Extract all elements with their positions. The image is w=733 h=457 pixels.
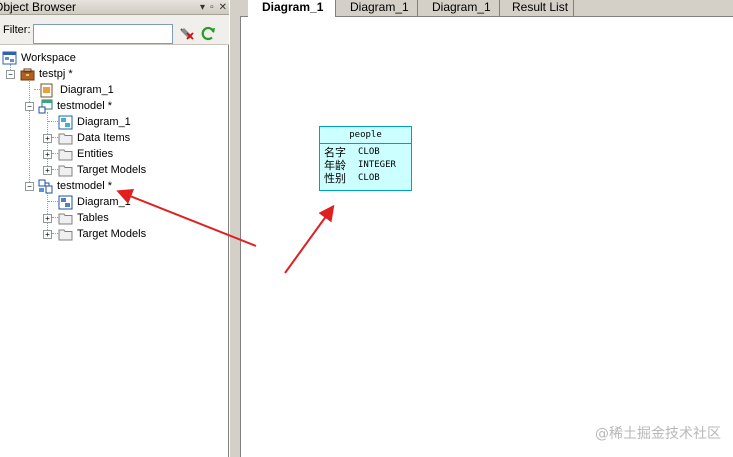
- tree-connector: [48, 121, 58, 122]
- folder-icon: [58, 213, 73, 224]
- watermark: @稀土掘金技术社区: [595, 426, 721, 442]
- tab-label: Diagram_1: [262, 0, 324, 14]
- entity-attribute-row: 性别 CLOB: [324, 172, 380, 185]
- attribute-type: CLOB: [358, 173, 380, 183]
- filter-bar: Filter:: [0, 15, 229, 45]
- attribute-name: 名字: [324, 146, 346, 159]
- tree-item-workspace[interactable]: Workspace: [2, 50, 76, 66]
- attribute-name: 性别: [324, 172, 346, 185]
- expand-icon[interactable]: +: [43, 230, 52, 239]
- tab-result-list[interactable]: Result List: [500, 0, 574, 17]
- filter-label: Filter:: [3, 24, 31, 36]
- tree-item-data-items[interactable]: Data Items: [58, 130, 130, 146]
- attribute-type: CLOB: [358, 147, 380, 157]
- tree-item-project-diagram[interactable]: Diagram_1: [39, 82, 114, 98]
- diagram-icon: [58, 115, 73, 129]
- tree-label: Target Models: [77, 228, 147, 240]
- tree-label: Workspace: [21, 52, 76, 64]
- tree-label: Diagram_1: [77, 116, 131, 128]
- expand-icon[interactable]: +: [43, 150, 52, 159]
- tree-item-model-2[interactable]: testmodel *: [38, 178, 112, 194]
- object-browser-panel: Object Browser ▾ ▫ ✕ Filter: Workspace −…: [0, 0, 229, 457]
- tab-bar: Diagram_1 Diagram_1 Diagram_1 Result Lis…: [240, 0, 733, 18]
- tree-connector: [47, 192, 48, 234]
- tree-label: Tables: [77, 212, 109, 224]
- tree-label: Diagram_1: [60, 84, 114, 96]
- tree-label: Target Models: [77, 164, 147, 176]
- tree-label: testmodel *: [57, 180, 113, 192]
- tree-item-model-1[interactable]: testmodel *: [38, 98, 112, 114]
- tree-item-target-models-1[interactable]: Target Models: [58, 162, 146, 178]
- dropdown-icon[interactable]: ▾: [200, 0, 205, 15]
- folder-icon: [58, 165, 73, 176]
- tab-diagram-2[interactable]: Diagram_1: [336, 0, 418, 17]
- expand-icon[interactable]: +: [43, 134, 52, 143]
- panel-controls: ▾ ▫ ✕: [200, 0, 227, 15]
- collapse-icon[interactable]: −: [25, 102, 34, 111]
- tree-connector: [29, 78, 30, 186]
- refresh-icon[interactable]: [200, 25, 217, 42]
- tree-item-tables[interactable]: Tables: [58, 210, 109, 226]
- physical-model-icon: [38, 179, 53, 193]
- entity-people[interactable]: people 名字 CLOB 年龄 INTEGER 性别 CLOB: [319, 126, 412, 191]
- tab-label: Result List: [512, 0, 569, 14]
- tree-label: testpj *: [39, 68, 73, 80]
- tab-diagram-1-active[interactable]: Diagram_1: [248, 0, 336, 18]
- tree-item-project[interactable]: testpj *: [20, 66, 73, 82]
- conceptual-model-icon: [38, 99, 53, 113]
- close-icon[interactable]: ✕: [219, 0, 227, 15]
- tab-diagram-3[interactable]: Diagram_1: [418, 0, 500, 17]
- collapse-icon[interactable]: −: [6, 70, 15, 79]
- diagram-icon: [40, 83, 53, 97]
- tree-item-model-2-diagram[interactable]: Diagram_1: [58, 194, 131, 210]
- tree-item-target-models-2[interactable]: Target Models: [58, 226, 146, 242]
- workspace-icon: [2, 51, 17, 64]
- pin-icon[interactable]: ▫: [210, 0, 214, 15]
- tree-item-entities[interactable]: Entities: [58, 146, 113, 162]
- panel-header: Object Browser ▾ ▫ ✕: [0, 0, 229, 15]
- filter-input[interactable]: [33, 24, 173, 44]
- tree-label: testmodel *: [57, 100, 113, 112]
- project-icon: [20, 68, 35, 80]
- attribute-type: INTEGER: [358, 160, 396, 170]
- expand-icon[interactable]: +: [43, 166, 52, 175]
- tree-connector: [48, 201, 58, 202]
- tab-label: Diagram_1: [350, 0, 409, 14]
- entity-attribute-row: 年龄 INTEGER: [324, 159, 396, 172]
- entity-attribute-row: 名字 CLOB: [324, 146, 380, 159]
- tree-label: Entities: [77, 148, 114, 160]
- tree-item-model-1-diagram[interactable]: Diagram_1: [58, 114, 131, 130]
- tab-label: Diagram_1: [432, 0, 491, 14]
- diagram-icon: [58, 195, 73, 209]
- folder-icon: [58, 229, 73, 240]
- expand-icon[interactable]: +: [43, 214, 52, 223]
- tree-label: Diagram_1: [77, 196, 131, 208]
- entity-name: people: [320, 127, 411, 144]
- object-tree: Workspace − testpj * Diagram_1 − testmod…: [0, 46, 229, 457]
- tree-label: Data Items: [77, 132, 131, 144]
- attribute-name: 年龄: [324, 159, 346, 172]
- folder-icon: [58, 133, 73, 144]
- diagram-canvas[interactable]: [240, 17, 733, 457]
- folder-icon: [58, 149, 73, 160]
- collapse-icon[interactable]: −: [25, 182, 34, 191]
- panel-splitter[interactable]: [229, 0, 240, 457]
- clear-filter-icon[interactable]: [178, 25, 195, 42]
- panel-title: Object Browser: [0, 0, 77, 14]
